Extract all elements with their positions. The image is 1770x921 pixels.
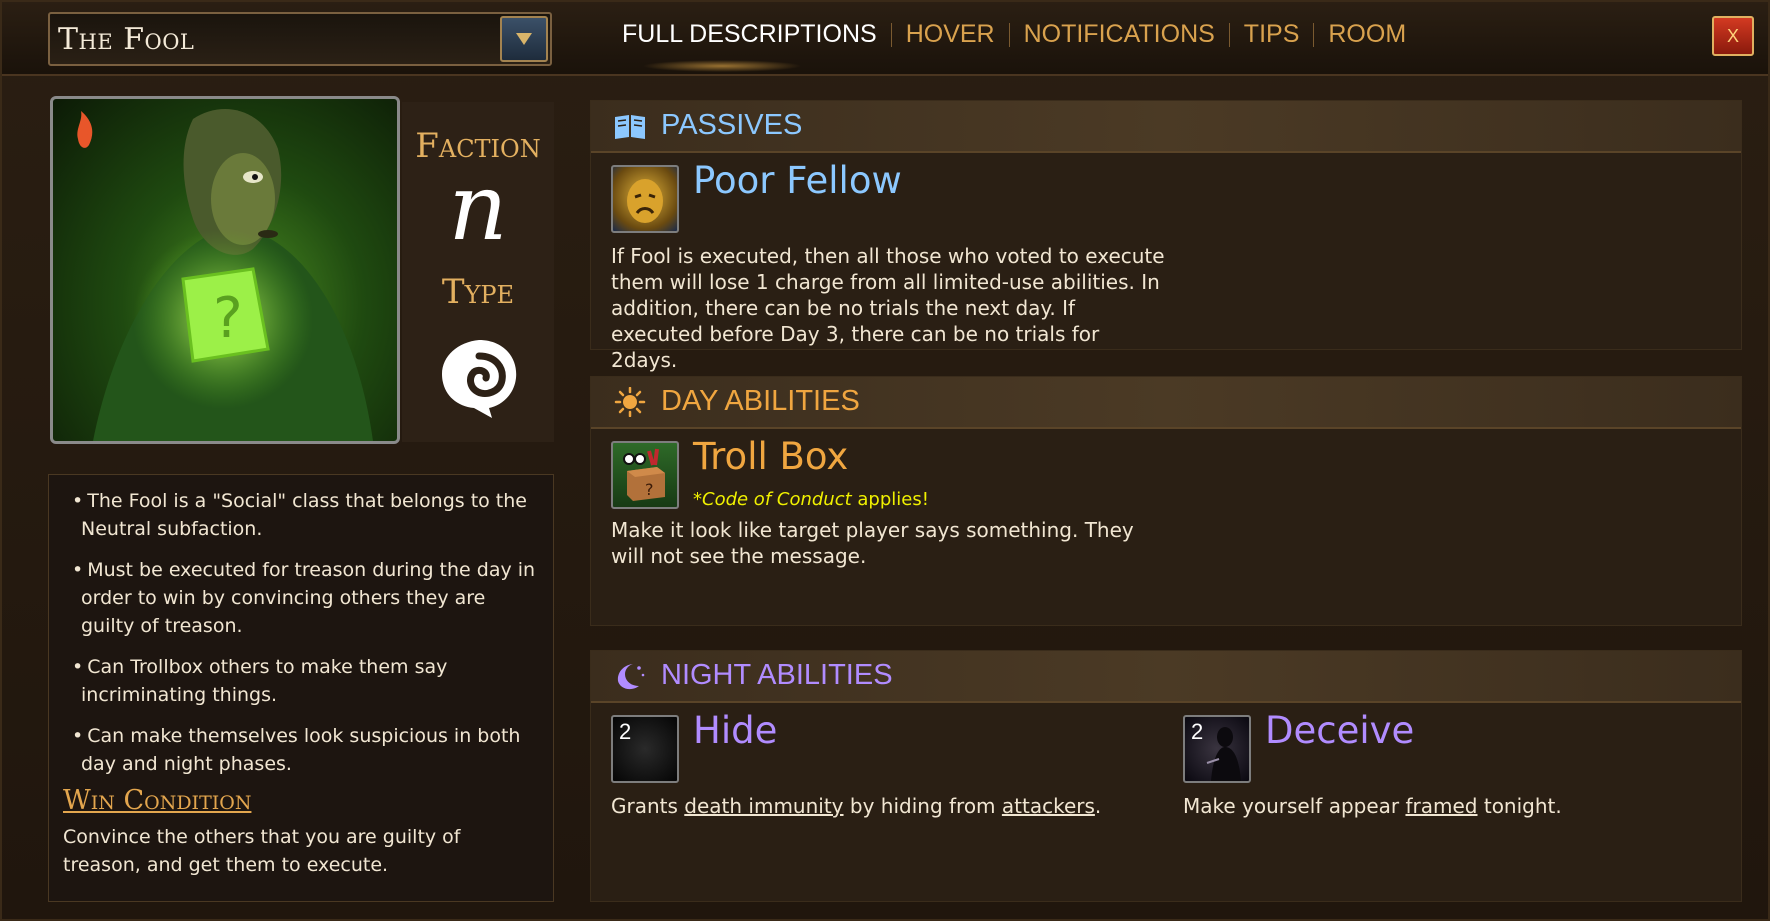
day-abilities-header: DAY ABILITIES — [591, 377, 1741, 429]
win-condition-text: Convince the others that you are guilty … — [63, 826, 461, 876]
role-portrait: ? — [50, 96, 400, 444]
tab-bar: FULL DESCRIPTIONS HOVER NOTIFICATIONS TI… — [608, 20, 1420, 49]
deceive-description: Make yourself appear framed tonight. — [1183, 793, 1683, 819]
role-card-window: The Fool FULL DESCRIPTIONS HOVER NOTIFIC… — [0, 0, 1770, 921]
passives-section: PASSIVES Poor Fellow If Fool is executed… — [590, 100, 1742, 372]
active-tab-glow — [642, 60, 802, 72]
tab-hover[interactable]: HOVER — [892, 20, 1009, 49]
note-suffix: applies! — [851, 489, 929, 510]
passives-title: PASSIVES — [661, 109, 803, 141]
svg-text:?: ? — [645, 480, 654, 499]
faction-type-panel: Faction n Type — [402, 102, 554, 442]
tab-tips[interactable]: TIPS — [1230, 20, 1314, 49]
tab-room[interactable]: ROOM — [1314, 20, 1420, 49]
win-condition-title: Win Condition — [63, 785, 252, 816]
poor-fellow-name: Poor Fellow — [693, 159, 902, 202]
hide-text-b: by hiding from — [843, 794, 1002, 818]
attackers-link[interactable]: attackers — [1002, 794, 1095, 818]
deceive-text-a: Make yourself appear — [1183, 794, 1406, 818]
hide-name: Hide — [693, 709, 778, 752]
night-abilities-title: NIGHT ABILITIES — [661, 659, 893, 691]
troll-box-icon[interactable]: ? — [611, 441, 679, 509]
night-abilities-header: NIGHT ABILITIES — [591, 651, 1741, 703]
book-icon — [615, 115, 645, 139]
hide-uses-count: 2 — [619, 719, 632, 744]
description-item: Must be executed for treason during the … — [67, 556, 542, 640]
description-item: Can Trollbox others to make them say inc… — [67, 653, 542, 709]
framed-link[interactable]: framed — [1405, 794, 1477, 818]
deceive-ability-icon[interactable]: 2 — [1183, 715, 1251, 783]
hide-ability-icon[interactable]: 2 — [611, 715, 679, 783]
hide-text-a: Grants — [611, 794, 685, 818]
role-description-panel: The Fool is a "Social" class that belong… — [48, 474, 554, 902]
description-item: Can make themselves look suspicious in b… — [67, 722, 542, 778]
poor-fellow-mask-icon — [611, 165, 679, 233]
chevron-down-icon[interactable] — [500, 16, 548, 62]
social-type-spiral-icon — [442, 340, 517, 418]
deceive-uses-count: 2 — [1191, 719, 1204, 744]
troll-box-description: Make it look like target player says som… — [611, 518, 1134, 568]
neutral-faction-icon: n — [448, 154, 508, 261]
top-bar: The Fool FULL DESCRIPTIONS HOVER NOTIFIC… — [2, 2, 1768, 76]
svg-text:?: ? — [213, 286, 243, 351]
tab-notifications[interactable]: NOTIFICATIONS — [1010, 20, 1229, 49]
code-of-conduct-note: *Code of Conduct applies! — [693, 489, 929, 510]
day-abilities-title: DAY ABILITIES — [661, 385, 860, 417]
night-abilities-section: NIGHT ABILITIES 2 Hide Grants death immu… — [590, 650, 1742, 902]
deceive-text-b: tonight. — [1477, 794, 1562, 818]
description-list: The Fool is a "Social" class that belong… — [67, 487, 542, 791]
role-name: The Fool — [58, 22, 195, 57]
day-abilities-section: DAY ABILITIES ? Troll Box *Code of Condu… — [590, 376, 1742, 626]
note-prefix: * — [693, 489, 702, 510]
fool-portrait-image: ? — [77, 109, 373, 441]
close-button[interactable]: X — [1712, 16, 1754, 56]
deceive-name: Deceive — [1265, 709, 1415, 752]
poor-fellow-description: If Fool is executed, then all those who … — [611, 244, 1165, 372]
death-immunity-link[interactable]: death immunity — [684, 794, 843, 818]
role-select-dropdown[interactable]: The Fool — [48, 12, 552, 66]
description-item: The Fool is a "Social" class that belong… — [67, 487, 542, 543]
type-label: Type — [441, 272, 515, 312]
tab-full-descriptions[interactable]: FULL DESCRIPTIONS — [608, 20, 891, 49]
code-of-conduct-link[interactable]: Code of Conduct — [702, 489, 852, 510]
troll-box-name: Troll Box — [693, 435, 849, 478]
passives-header: PASSIVES — [591, 101, 1741, 153]
hide-text-c: . — [1094, 794, 1102, 818]
sun-icon — [614, 387, 646, 417]
moon-icon — [617, 664, 645, 690]
hide-description: Grants death immunity by hiding from att… — [611, 793, 1111, 819]
